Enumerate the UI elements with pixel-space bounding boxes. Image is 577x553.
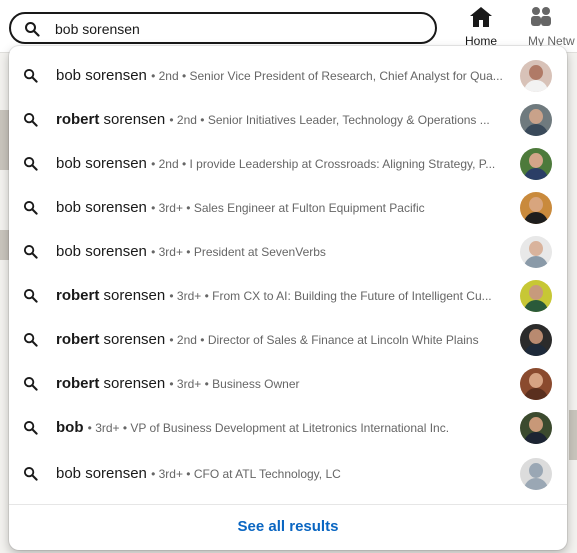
avatar-torso [524, 478, 548, 490]
result-name: sorensen [99, 331, 166, 348]
result-match-bold: robert [56, 111, 100, 128]
result-name: sorensen [99, 111, 166, 128]
search-icon [23, 288, 38, 308]
typeahead-result-item[interactable]: bob • 3rd+ • VP of Business Development … [9, 406, 567, 450]
avatar-torso [524, 256, 548, 268]
background-page-left [0, 230, 9, 260]
typeahead-result-item[interactable]: bob sorensen • 3rd+ • President at Seven… [9, 230, 567, 274]
avatar-head [529, 373, 543, 388]
result-headline: • 3rd+ • CFO at ATL Technology, LC [151, 467, 341, 481]
avatar [520, 458, 552, 490]
avatar [520, 60, 552, 92]
avatar-head [529, 153, 543, 168]
result-match-bold: bob [56, 419, 84, 436]
search-icon [23, 420, 38, 440]
result-headline: • 3rd+ • VP of Business Development at L… [87, 421, 450, 435]
typeahead-result-item[interactable]: robert sorensen • 2nd • Director of Sale… [9, 318, 567, 362]
avatar-torso [524, 168, 548, 180]
typeahead-result-item[interactable]: bob sorensen • 2nd • Senior Vice Preside… [9, 54, 567, 98]
avatar-head [529, 65, 543, 80]
avatar [520, 104, 552, 136]
avatar [520, 412, 552, 444]
typeahead-result-item[interactable]: robert sorensen • 3rd+ • From CX to AI: … [9, 274, 567, 318]
avatar-torso [524, 212, 548, 224]
result-text: bob sorensen • 3rd+ • President at Seven… [56, 241, 506, 263]
search-icon [24, 21, 40, 42]
search-icon [23, 200, 38, 220]
avatar-head [529, 197, 543, 212]
result-text: robert sorensen • 3rd+ • Business Owner [56, 373, 506, 395]
avatar-torso [524, 388, 548, 400]
typeahead-result-item[interactable]: robert sorensen • 3rd+ • Business Owner [9, 362, 567, 406]
result-match-bold: robert [56, 331, 100, 348]
search-icon [23, 68, 38, 88]
people-icon [529, 6, 553, 33]
avatar-head [529, 109, 543, 124]
result-headline: • 3rd+ • President at SevenVerbs [151, 245, 326, 259]
result-text: bob • 3rd+ • VP of Business Development … [56, 417, 506, 439]
search-input[interactable] [55, 18, 415, 40]
result-name: bob sorensen [56, 199, 147, 216]
avatar-torso [524, 80, 548, 92]
result-headline: • 3rd+ • From CX to AI: Building the Fut… [169, 289, 492, 303]
result-headline: • 2nd • I provide Leadership at Crossroa… [151, 157, 496, 171]
avatar-torso [524, 124, 548, 136]
result-text: bob sorensen • 3rd+ • Sales Engineer at … [56, 197, 506, 219]
result-match-bold: robert [56, 375, 100, 392]
result-text: robert sorensen • 2nd • Senior Initiativ… [56, 109, 506, 131]
result-headline: • 3rd+ • Business Owner [169, 377, 300, 391]
result-text: robert sorensen • 3rd+ • From CX to AI: … [56, 285, 506, 307]
result-match-bold: robert [56, 287, 100, 304]
search-icon [23, 156, 38, 176]
avatar-head [529, 329, 543, 344]
result-name: sorensen [99, 375, 166, 392]
search-icon [23, 466, 38, 486]
nav-my-network[interactable]: My Netw [526, 6, 577, 48]
result-headline: • 2nd • Senior Vice President of Researc… [151, 69, 503, 83]
avatar [520, 236, 552, 268]
result-text: robert sorensen • 2nd • Director of Sale… [56, 329, 506, 351]
search-typeahead-dropdown: bob sorensen • 2nd • Senior Vice Preside… [9, 46, 567, 550]
result-headline: • 2nd • Director of Sales & Finance at L… [169, 333, 479, 347]
result-headline: • 2nd • Senior Initiatives Leader, Techn… [169, 113, 490, 127]
result-text: bob sorensen • 3rd+ • CFO at ATL Technol… [56, 463, 506, 485]
avatar-torso [524, 300, 548, 312]
avatar-head [529, 241, 543, 256]
result-text: bob sorensen • 2nd • I provide Leadershi… [56, 153, 506, 175]
avatar-head [529, 285, 543, 300]
avatar-torso [524, 344, 548, 356]
search-icon [23, 332, 38, 352]
typeahead-result-item[interactable]: bob sorensen • 2nd • I provide Leadershi… [9, 142, 567, 186]
typeahead-result-item[interactable]: bob sorensen • 3rd+ • Sales Engineer at … [9, 186, 567, 230]
result-name: bob sorensen [56, 67, 147, 84]
avatar [520, 280, 552, 312]
result-name: sorensen [99, 287, 166, 304]
typeahead-result-item[interactable]: robert sorensen • 2nd • Senior Initiativ… [9, 98, 567, 142]
background-page-left [0, 110, 9, 170]
nav-home[interactable]: Home [460, 6, 502, 52]
result-name: bob sorensen [56, 155, 147, 172]
background-page-right [569, 410, 577, 460]
search-icon [23, 376, 38, 396]
result-name: bob sorensen [56, 465, 147, 482]
avatar-head [529, 417, 543, 432]
avatar-head [529, 463, 543, 478]
avatar [520, 324, 552, 356]
search-bar[interactable] [9, 12, 437, 44]
result-headline: • 3rd+ • Sales Engineer at Fulton Equipm… [151, 201, 425, 215]
avatar [520, 192, 552, 224]
avatar [520, 368, 552, 400]
see-all-results-link[interactable]: See all results [9, 512, 567, 542]
avatar [520, 148, 552, 180]
search-icon [23, 244, 38, 264]
result-name: bob sorensen [56, 243, 147, 260]
result-text: bob sorensen • 2nd • Senior Vice Preside… [56, 65, 506, 87]
typeahead-result-item[interactable]: bob sorensen • 3rd+ • CFO at ATL Technol… [9, 452, 567, 496]
home-icon [469, 7, 493, 32]
avatar-torso [524, 432, 548, 444]
divider [9, 504, 567, 505]
search-icon [23, 112, 38, 132]
